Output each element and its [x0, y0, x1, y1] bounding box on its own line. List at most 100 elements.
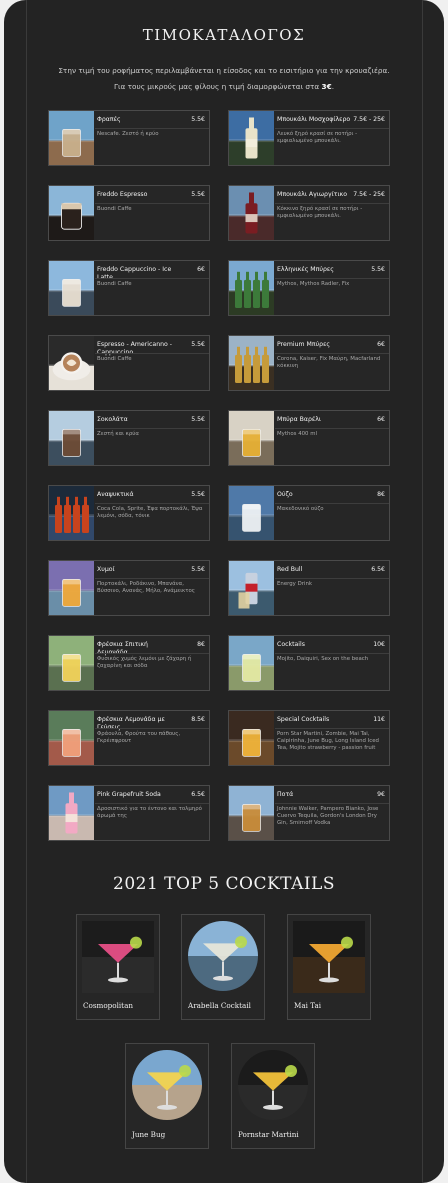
- menu-item-description: Λευκό ξηρό κρασί σε ποτήρι - εμφιαλωμένο…: [277, 131, 358, 144]
- price-note-suffix: .: [331, 82, 335, 91]
- menu-item-price: 5.5€: [191, 566, 205, 573]
- ouzo-icon: [229, 486, 274, 540]
- price-note-prefix: Για τους μικρούς μας φίλους η τιμή διαμο…: [113, 82, 322, 91]
- june-bug-icon: [132, 1050, 202, 1120]
- menu-item-price: 5.5€: [191, 491, 205, 498]
- pornstar-martini-icon: [238, 1050, 308, 1120]
- menu-item-price: 10€: [373, 641, 385, 648]
- cappuccino-icon: [49, 336, 94, 390]
- menu-item-description: Mojito, Daiquiri, Sex on the beach: [277, 656, 369, 662]
- menu-item-price: 6€: [377, 341, 385, 348]
- freddo-cappuccino-icon: [49, 261, 94, 315]
- menu-item-name: Freddo Espresso: [97, 191, 148, 198]
- menu-item-name: Μπουκάλι Αγιωργίτικο: [277, 191, 347, 198]
- menu-item-divider: [95, 203, 209, 204]
- menu-item-divider: [275, 503, 389, 504]
- menu-item-card: Μπουκάλι Αγιωργίτικο 7.5€ - 25€ Κόκκινο …: [228, 185, 390, 241]
- menu-item-divider: [275, 428, 389, 429]
- draft-beer-icon: [229, 411, 274, 465]
- menu-item-name: Red Bull: [277, 566, 303, 573]
- menu-item-divider: [275, 353, 389, 354]
- menu-item-name: Cocktails: [277, 641, 305, 648]
- menu-item-price: 7.5€ - 25€: [353, 191, 385, 198]
- menu-item-description: Mythos 400 ml: [277, 431, 317, 437]
- menu-item-card: Φρέσκια Λεμονάδα με Γεύσεις 8.5€ Φράουλα…: [48, 710, 210, 766]
- menu-item-card: Φρέσκια Σπιτική Λεμονάδα 8€ Φυσικός χυμό…: [48, 635, 210, 691]
- menu-item-description: Energy Drink: [277, 581, 312, 587]
- menu-item-description: Μακεδονικό ούζο: [277, 506, 324, 512]
- menu-item-description: Mythos, Mythos Radler, Fix: [277, 281, 350, 287]
- right-divider: [422, 0, 423, 1183]
- top-cocktail-card[interactable]: Pornstar Martini: [231, 1043, 315, 1149]
- top-cocktail-name: Pornstar Martini: [238, 1130, 299, 1139]
- premium-beers-icon: [229, 336, 274, 390]
- menu-item-price: 5.5€: [191, 191, 205, 198]
- white-wine-icon: [229, 111, 274, 165]
- mai-tai-icon: [293, 921, 365, 993]
- chocolate-icon: [49, 411, 94, 465]
- menu-item-price: 6€: [377, 416, 385, 423]
- top-cocktail-card[interactable]: Arabella Cocktail: [181, 914, 265, 1020]
- juices-icon: [49, 561, 94, 615]
- menu-item-description: Nescafe. Ζεστό ή κρύο: [97, 131, 159, 137]
- menu-page: ΤΙΜΟΚΑΤΑΛΟΓΟΣ Στην τιμή του ροφήματος πε…: [4, 0, 444, 1183]
- menu-item-divider: [275, 803, 389, 804]
- menu-item-divider: [95, 428, 209, 429]
- menu-item-card: Freddo Cappuccino - Ice Latte 6€ Buondi …: [48, 260, 210, 316]
- flavored-lemonade-icon: [49, 711, 94, 765]
- menu-item-divider: [95, 803, 209, 804]
- menu-item-description: Πορτοκάλι, Ροδάκινο, Μπανάνα, Βύσσινο, Α…: [97, 581, 195, 594]
- grapefruit-soda-icon: [49, 786, 94, 840]
- top-cocktail-name: June Bug: [132, 1130, 166, 1139]
- cocktails-icon: [229, 636, 274, 690]
- menu-item-card: Μπουκάλι Μοσχοφίλερο 7.5€ - 25€ Λευκό ξη…: [228, 110, 390, 166]
- top-cocktail-card[interactable]: Mai Tai: [287, 914, 371, 1020]
- menu-item-name: Premium Μπύρες: [277, 341, 331, 348]
- menu-item-description: Johnnie Walker, Pampero Bianko, Jose Cue…: [277, 806, 379, 826]
- top-cocktail-card[interactable]: June Bug: [125, 1043, 209, 1149]
- menu-item-divider: [95, 353, 209, 354]
- menu-item-card: Σοκολάτα 5.5€ Ζεστή και κρύα: [48, 410, 210, 466]
- menu-item-price: 6€: [197, 266, 205, 273]
- menu-item-description: Buondi Caffe: [97, 356, 132, 362]
- top-cocktail-card[interactable]: Cosmopolitan: [76, 914, 160, 1020]
- menu-item-divider: [95, 578, 209, 579]
- red-bull-icon: [229, 561, 274, 615]
- menu-item-name: Μπύρα Βαρέλι: [277, 416, 321, 423]
- menu-item-price: 7.5€ - 25€: [353, 116, 385, 123]
- menu-item-divider: [95, 278, 209, 279]
- menu-item-divider: [275, 278, 389, 279]
- menu-item-name: Special Cocktails: [277, 716, 330, 723]
- menu-item-price: 8€: [377, 491, 385, 498]
- menu-item-divider: [275, 653, 389, 654]
- kids-price: 3€: [321, 82, 332, 91]
- price-note-line-1: Στην τιμή του ροφήματος περιλαμβάνεται η…: [58, 66, 390, 75]
- menu-item-description: Ζεστή και κρύα: [97, 431, 139, 437]
- menu-item-description: Φυσικός χυμός λεμόνι με ζάχαρη ή ζαχαρίν…: [97, 656, 192, 669]
- menu-item-name: Χυμοί: [97, 566, 115, 573]
- menu-item-card: Ποτά 9€ Johnnie Walker, Pampero Bianko, …: [228, 785, 390, 841]
- menu-item-divider: [275, 128, 389, 129]
- menu-item-price: 5.5€: [191, 341, 205, 348]
- menu-item-name: Ούζο: [277, 491, 293, 498]
- special-cocktails-icon: [229, 711, 274, 765]
- menu-item-divider: [95, 503, 209, 504]
- menu-item-card: Ελληνικές Μπύρες 5.5€ Mythos, Mythos Rad…: [228, 260, 390, 316]
- menu-item-card: Cocktails 10€ Mojito, Daiquiri, Sex on t…: [228, 635, 390, 691]
- lemonade-icon: [49, 636, 94, 690]
- menu-item-card: Pink Grapefruit Soda 6.5€ Δροσιστικό για…: [48, 785, 210, 841]
- menu-item-price: 6.5€: [191, 791, 205, 798]
- menu-item-price: 5.5€: [191, 116, 205, 123]
- menu-item-name: Φραπές: [97, 116, 121, 123]
- frappe-icon: [49, 111, 94, 165]
- cosmopolitan-icon: [82, 921, 154, 993]
- spirits-icon: [229, 786, 274, 840]
- menu-item-description: Φράουλα, Φρούτα του πάθους, Γκρέιπφρουτ: [97, 731, 181, 744]
- menu-item-name: Σοκολάτα: [97, 416, 128, 423]
- menu-item-card: Αναψυκτικά 5.5€ Coca Cola, Sprite, Έψα π…: [48, 485, 210, 541]
- left-divider: [26, 0, 27, 1183]
- menu-item-name: Ποτά: [277, 791, 294, 798]
- menu-item-divider: [275, 728, 389, 729]
- freddo-espresso-icon: [49, 186, 94, 240]
- menu-item-card: Φραπές 5.5€ Nescafe. Ζεστό ή κρύο: [48, 110, 210, 166]
